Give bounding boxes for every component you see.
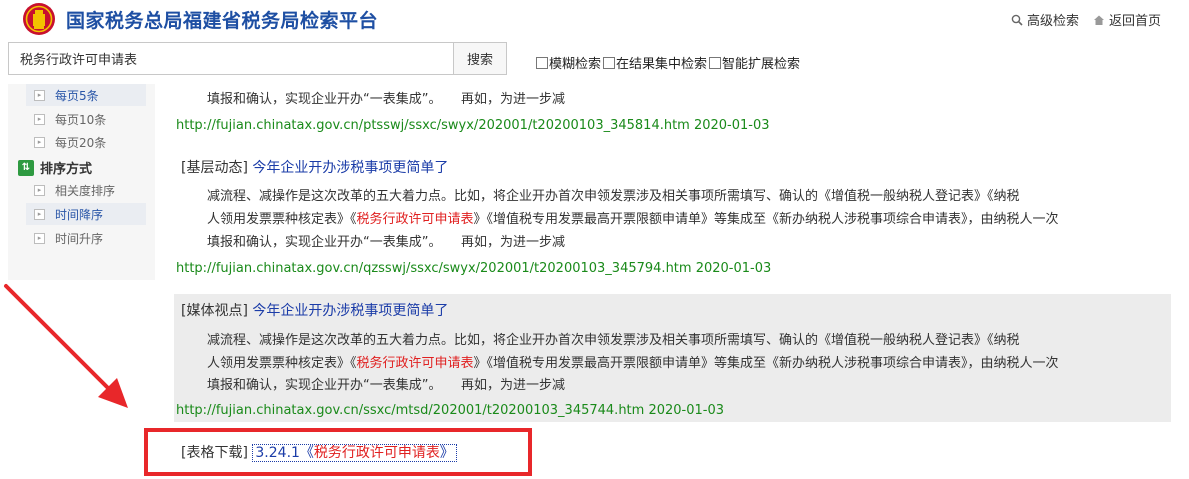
result-category: [媒体视点] <box>181 303 248 319</box>
search-options: 模糊检索 在结果集中检索 智能扩展检索 <box>536 53 800 72</box>
chevron-right-icon: ▸ <box>34 232 45 244</box>
sort-icon: ⇅ <box>18 159 34 176</box>
chevron-right-icon: ▸ <box>34 208 45 220</box>
search-input[interactable] <box>8 42 454 75</box>
result-snippet-line: 人领用发票票种核定表》《税务行政许可申请表》《增值税专用发票最高开票限额申请单》… <box>207 212 1059 227</box>
chevron-right-icon: ▸ <box>34 89 45 101</box>
download-result-title: [表格下载] 3.24.1《税务行政许可申请表》 <box>181 442 457 462</box>
fuzzy-search-option[interactable]: 模糊检索 <box>536 53 601 72</box>
result-title: [媒体视点] 今年企业开办涉税事项更简单了 <box>181 300 448 320</box>
search-button[interactable]: 搜索 <box>453 42 507 75</box>
fuzzy-search-checkbox[interactable] <box>536 56 548 69</box>
keyword-highlight: 税务行政许可申请表 <box>356 356 474 371</box>
annotation-arrow-icon <box>4 284 128 408</box>
page-size-5[interactable]: ▸ 每页5条 <box>26 84 146 106</box>
keyword-highlight: 税务行政许可申请表 <box>313 445 440 461</box>
result-snippet-line: 填报和确认，实现企业开办“一表集成”。 再如，为进一步减 <box>207 378 565 393</box>
result-title-link[interactable]: 今年企业开办涉税事项更简单了 <box>252 303 448 319</box>
smart-expand-option[interactable]: 智能扩展检索 <box>709 53 800 72</box>
top-links: 高级检索 返回首页 <box>1011 10 1161 29</box>
sort-time-desc[interactable]: ▸ 时间降序 <box>26 203 146 225</box>
result-snippet-line: 减流程、减操作是这次改革的五大着力点。比如，将企业开办首次申领发票涉及相关事项所… <box>207 333 1020 348</box>
smart-expand-checkbox[interactable] <box>709 56 722 69</box>
chevron-right-icon: ▸ <box>34 184 45 196</box>
sort-heading: ⇅ 排序方式 <box>18 158 92 177</box>
sort-relevance[interactable]: ▸ 相关度排序 <box>26 179 146 201</box>
result-snippet-line: 填报和确认，实现企业开办“一表集成”。 再如，为进一步减 <box>207 92 565 107</box>
keyword-highlight: 税务行政许可申请表 <box>356 212 474 227</box>
sidebar: ▸ 每页5条 ▸ 每页10条 ▸ 每页20条 ⇅ 排序方式 ▸ 相关度排序 ▸ 时间降序 … <box>8 84 155 280</box>
search-within-results-option[interactable]: 在结果集中检索 <box>603 53 707 72</box>
tax-emblem-logo <box>23 3 55 35</box>
result-title: [基层动态] 今年企业开办涉税事项更简单了 <box>181 157 448 177</box>
result-title-link[interactable]: 今年企业开办涉税事项更简单了 <box>252 160 448 176</box>
result-url[interactable]: http://fujian.chinatax.gov.cn/qzsswj/ssx… <box>176 261 771 276</box>
back-home-label: 返回首页 <box>1108 14 1161 29</box>
result-url[interactable]: http://fujian.chinatax.gov.cn/ptsswj/ssx… <box>176 118 770 133</box>
result-category: [基层动态] <box>181 160 248 176</box>
download-link[interactable]: 3.24.1《税务行政许可申请表》 <box>252 444 457 462</box>
site-title: 国家税务总局福建省税务局检索平台 <box>66 10 379 32</box>
result-url[interactable]: http://fujian.chinatax.gov.cn/ssxc/mtsd/… <box>176 403 724 418</box>
advanced-search-label: 高级检索 <box>1026 14 1079 29</box>
sort-time-asc[interactable]: ▸ 时间升序 <box>26 227 146 249</box>
back-home-link[interactable]: 返回首页 <box>1093 10 1161 29</box>
chevron-right-icon: ▸ <box>34 136 45 148</box>
result-category: [表格下载] <box>181 445 248 461</box>
header: 国家税务总局福建省税务局检索平台 高级检索 返回首页 <box>0 0 1189 38</box>
chevron-right-icon: ▸ <box>34 113 45 125</box>
search-within-results-checkbox[interactable] <box>603 56 616 69</box>
search-icon <box>1011 14 1023 26</box>
home-icon <box>1093 15 1104 25</box>
advanced-search-link[interactable]: 高级检索 <box>1011 10 1079 29</box>
page-size-10[interactable]: ▸ 每页10条 <box>26 108 146 130</box>
page-size-20[interactable]: ▸ 每页20条 <box>26 131 146 153</box>
result-snippet-line: 人领用发票票种核定表》《税务行政许可申请表》《增值税专用发票最高开票限额申请单》… <box>207 356 1059 371</box>
result-snippet-line: 填报和确认，实现企业开办“一表集成”。 再如，为进一步减 <box>207 235 565 250</box>
result-snippet-line: 减流程、减操作是这次改革的五大着力点。比如，将企业开办首次申领发票涉及相关事项所… <box>207 189 1020 204</box>
